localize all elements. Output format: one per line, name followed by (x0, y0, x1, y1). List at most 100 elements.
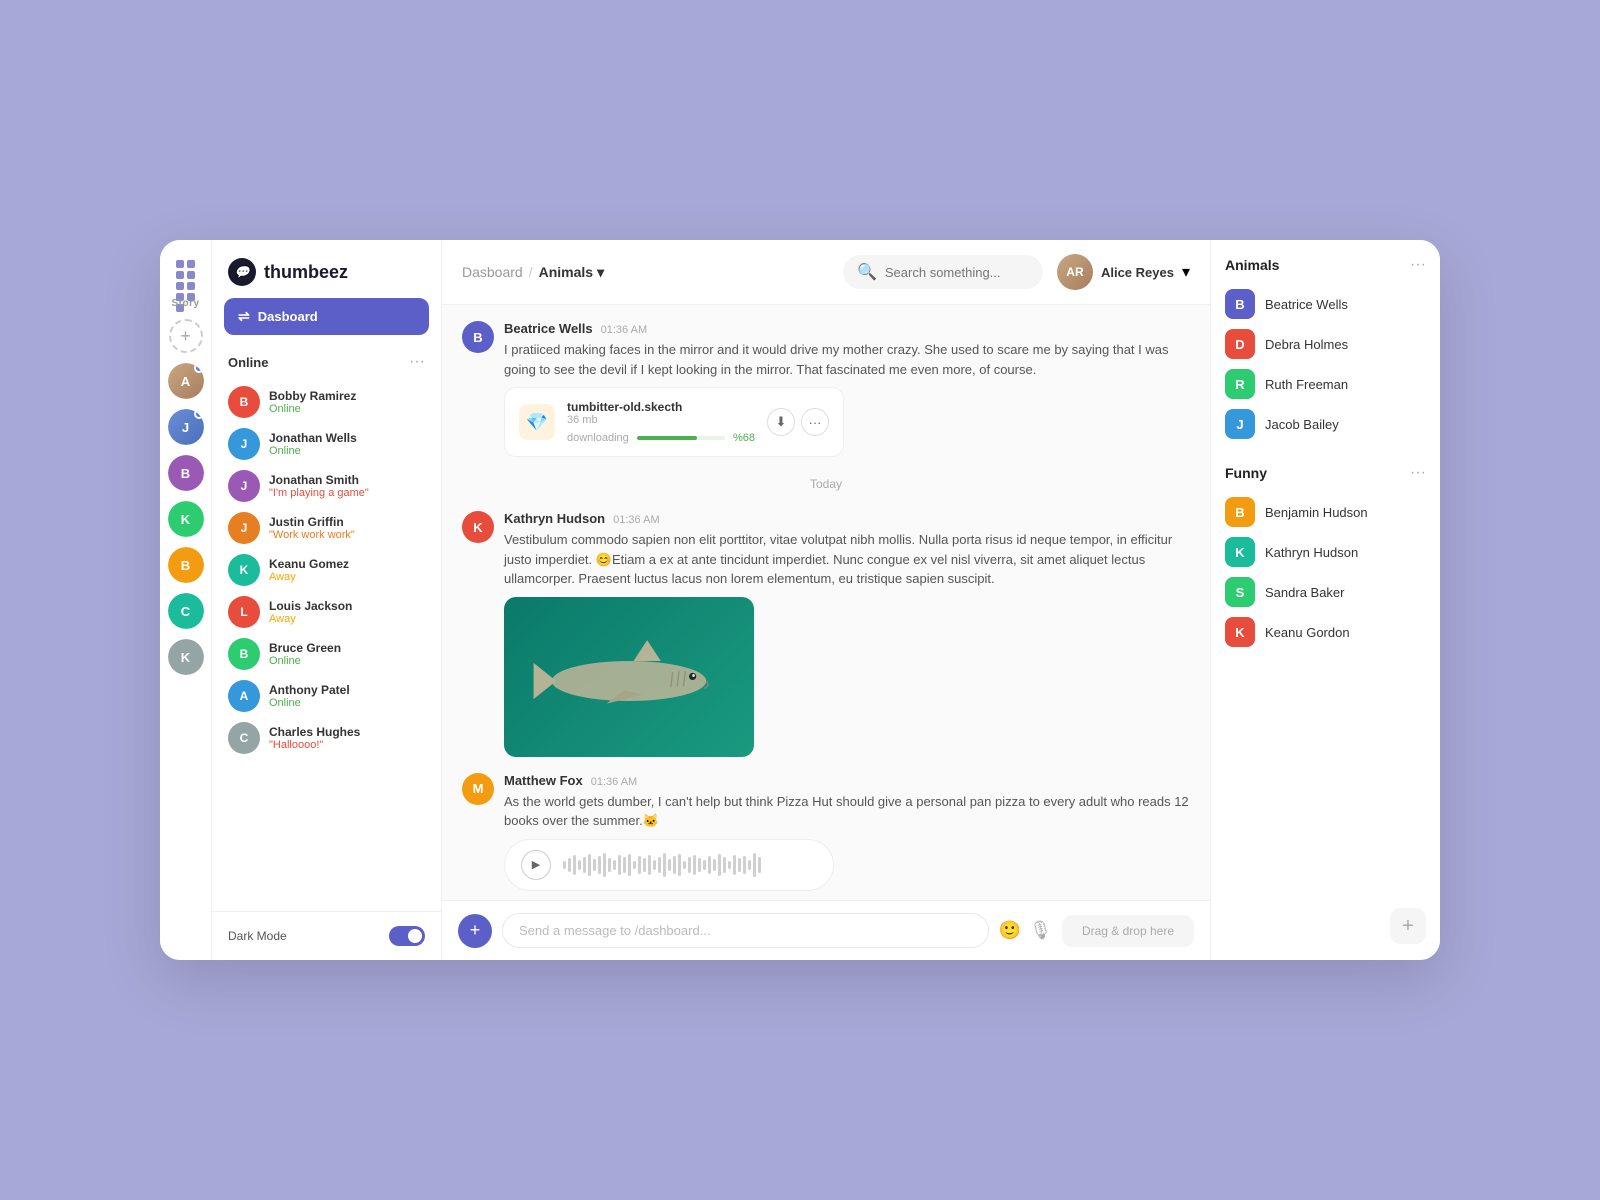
member-name-b-hudson: Benjamin Hudson (1265, 505, 1368, 520)
contact-item-6[interactable]: B Bruce Green Online (228, 633, 425, 675)
story-avatar-4[interactable]: K (168, 501, 204, 537)
more-button[interactable]: ··· (801, 408, 829, 436)
contact-status-5: Away (269, 613, 425, 625)
contact-item-2[interactable]: J Jonathan Smith "I'm playing a game" (228, 465, 425, 507)
message-row-2: K Kathryn Hudson 01:36 AM Vestibulum com… (462, 511, 1190, 757)
contact-status-2: "I'm playing a game" (269, 487, 425, 499)
mic-icon[interactable]: 🎙 (1029, 920, 1052, 941)
file-actions: ⬇ ··· (767, 408, 829, 436)
user-info[interactable]: AR Alice Reyes ▾ (1057, 254, 1190, 290)
group-animals-name: Animals (1225, 257, 1279, 273)
search-box[interactable]: 🔍 (843, 255, 1043, 289)
contact-status-0: Online (269, 403, 425, 415)
member-avatar-b-hudson: B (1225, 497, 1255, 527)
contact-item-8[interactable]: C Charles Hughes "Halloooo!" (228, 717, 425, 759)
shark-svg (529, 631, 729, 722)
progress-text: %68 (733, 432, 755, 444)
audio-player: ▶ (504, 839, 834, 891)
story-avatar-7[interactable]: K (168, 639, 204, 675)
member-benjamin-hudson[interactable]: B Benjamin Hudson (1225, 492, 1426, 532)
search-input[interactable] (885, 265, 1029, 280)
story-avatar-2[interactable]: J (168, 409, 204, 445)
member-beatrice-wells[interactable]: B Beatrice Wells (1225, 284, 1426, 324)
story-avatar-5[interactable]: B (168, 547, 204, 583)
progress-bar-fill (637, 436, 697, 440)
member-name-b-wells: Beatrice Wells (1265, 297, 1348, 312)
icon-bar: Story + A J B K B C K (160, 240, 212, 960)
story-avatar-3[interactable]: B (168, 455, 204, 491)
group-funny-more[interactable]: ··· (1410, 464, 1426, 482)
add-story-button[interactable]: + (169, 319, 203, 353)
story-avatar-1[interactable]: A (168, 363, 204, 399)
member-debra-holmes[interactable]: D Debra Holmes (1225, 324, 1426, 364)
contact-status-4: Away (269, 571, 425, 583)
contact-name-6: Bruce Green (269, 641, 425, 655)
msg-meta-1: Beatrice Wells 01:36 AM (504, 321, 1190, 336)
story-label: Story (171, 298, 199, 309)
contact-item-7[interactable]: A Anthony Patel Online (228, 675, 425, 717)
msg-time-1: 01:36 AM (601, 324, 647, 336)
member-avatar-b-wells: B (1225, 289, 1255, 319)
breadcrumb-separator: / (529, 264, 533, 280)
member-avatar-j-bailey: J (1225, 409, 1255, 439)
contact-name-7: Anthony Patel (269, 683, 425, 697)
group-animals: Animals ··· B Beatrice Wells D Debra Hol… (1225, 256, 1426, 444)
dashboard-button[interactable]: ⇌ Dasboard (224, 298, 429, 335)
grid-icon[interactable] (170, 254, 202, 286)
story-avatar-6[interactable]: C (168, 593, 204, 629)
download-button[interactable]: ⬇ (767, 408, 795, 436)
file-name: tumbitter-old.skecth (567, 400, 755, 414)
chat-header: Dasboard / Animals ▾ 🔍 AR Alice Reyes ▾ (442, 240, 1210, 305)
message-input[interactable] (502, 913, 989, 948)
member-kathryn-hudson[interactable]: K Kathryn Hudson (1225, 532, 1426, 572)
input-plus-button[interactable]: + (458, 914, 492, 948)
contact-item-1[interactable]: J Jonathan Wells Online (228, 423, 425, 465)
member-keanu-gordon[interactable]: K Keanu Gordon (1225, 612, 1426, 652)
chevron-down-icon: ▾ (597, 264, 604, 281)
logo-text: thumbeez (264, 262, 348, 283)
member-avatar-d-holmes: D (1225, 329, 1255, 359)
contact-item-4[interactable]: K Keanu Gomez Away (228, 549, 425, 591)
msg-meta-2: Kathryn Hudson 01:36 AM (504, 511, 1190, 526)
online-header: Online ··· (228, 353, 425, 371)
member-name-s-baker: Sandra Baker (1265, 585, 1345, 600)
message-row-1: B Beatrice Wells 01:36 AM I pratiiced ma… (462, 321, 1190, 457)
contact-name-5: Louis Jackson (269, 599, 425, 613)
logo-icon: 💬 (228, 258, 256, 286)
dark-mode-toggle[interactable] (389, 926, 425, 946)
user-avatar: AR (1057, 254, 1093, 290)
msg-avatar-2: K (462, 511, 494, 543)
member-name-j-bailey: Jacob Bailey (1265, 417, 1339, 432)
member-ruth-freeman[interactable]: R Ruth Freeman (1225, 364, 1426, 404)
member-jacob-bailey[interactable]: J Jacob Bailey (1225, 404, 1426, 444)
member-name-r-freeman: Ruth Freeman (1265, 377, 1348, 392)
play-button[interactable]: ▶ (521, 850, 551, 880)
member-sandra-baker[interactable]: S Sandra Baker (1225, 572, 1426, 612)
app-shell: Story + A J B K B C K 💬 thumbeez (160, 240, 1440, 960)
contact-name-0: Bobby Ramirez (269, 389, 425, 403)
drag-drop-area[interactable]: Drag & drop here (1062, 915, 1194, 947)
contact-name-8: Charles Hughes (269, 725, 425, 739)
sidebar-header: 💬 thumbeez (212, 240, 441, 298)
message-row-3: M Matthew Fox 01:36 AM As the world gets… (462, 773, 1190, 891)
header-right: 🔍 AR Alice Reyes ▾ (843, 254, 1190, 290)
file-attachment: 💎 tumbitter-old.skecth 36 mb downloading… (504, 387, 844, 457)
file-icon: 💎 (519, 404, 555, 440)
progress-bar-bg (637, 436, 725, 440)
online-more-button[interactable]: ··· (409, 353, 425, 371)
right-plus-button[interactable]: + (1390, 908, 1426, 944)
breadcrumb-home[interactable]: Dasboard (462, 264, 523, 280)
contact-item-3[interactable]: J Justin Griffin "Work work work" (228, 507, 425, 549)
contact-name-3: Justin Griffin (269, 515, 425, 529)
contact-item-0[interactable]: B Bobby Ramirez Online (228, 381, 425, 423)
contact-item-5[interactable]: L Louis Jackson Away (228, 591, 425, 633)
msg-content-3: Matthew Fox 01:36 AM As the world gets d… (504, 773, 1190, 891)
group-animals-header: Animals ··· (1225, 256, 1426, 274)
emoji-icon[interactable]: 🙂 (999, 920, 1021, 941)
member-avatar-k-gordon: K (1225, 617, 1255, 647)
msg-avatar-1: B (462, 321, 494, 353)
msg-avatar-3: M (462, 773, 494, 805)
contact-name-2: Jonathan Smith (269, 473, 425, 487)
group-animals-more[interactable]: ··· (1410, 256, 1426, 274)
msg-text-3: As the world gets dumber, I can't help b… (504, 792, 1190, 831)
